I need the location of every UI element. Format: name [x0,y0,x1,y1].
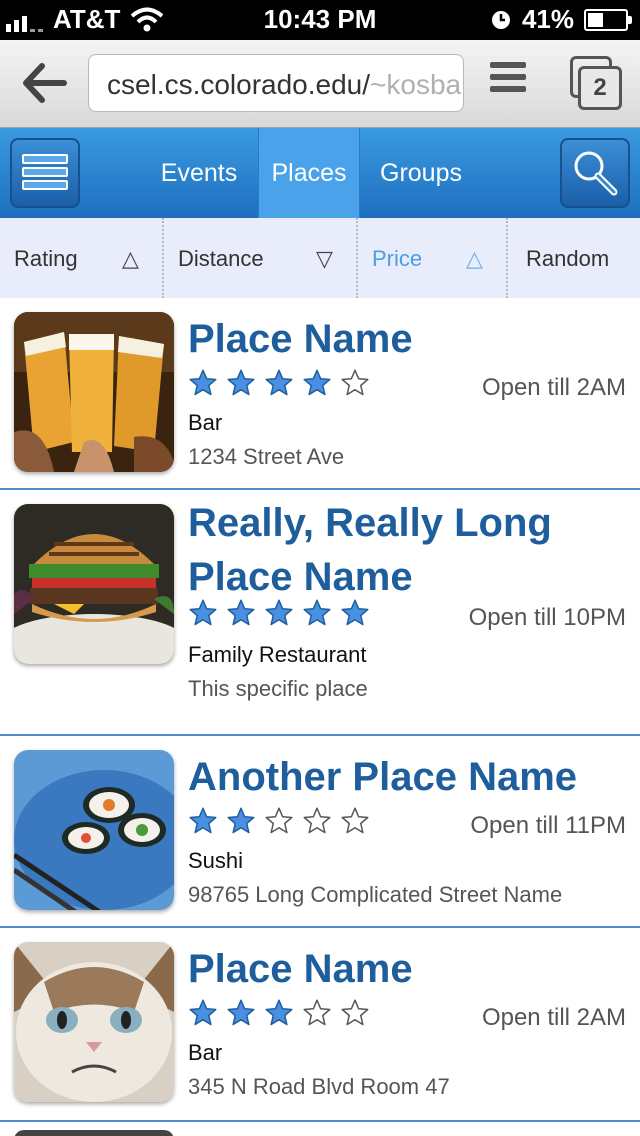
star-filled-icon [265,599,293,626]
place-item[interactable]: Place Name Open till 2AM Bar 345 N Road … [0,928,640,1122]
star-filled-icon [227,807,255,834]
sort-price-label: Price [372,246,423,271]
browser-menu-button[interactable] [490,62,526,106]
battery-icon [584,8,632,31]
star-empty-icon [341,999,369,1026]
star-rating [188,998,370,1028]
star-empty-icon [303,999,331,1026]
burger-image [14,504,174,664]
star-rating [188,598,370,628]
place-hours: Open till 2AM [481,1004,626,1031]
star-empty-icon [303,807,331,834]
tab-events[interactable]: Events [146,128,252,218]
status-bar: AT&T 10:43 PM 41% [0,0,640,40]
sort-random[interactable]: Random [508,218,640,298]
tab-count: 2 [578,66,622,110]
tab-places[interactable]: Places [258,128,360,218]
place-category: Bar [188,1040,223,1065]
star-empty-icon [341,807,369,834]
place-category: Sushi [188,848,244,873]
star-filled-icon [265,999,293,1026]
star-filled-icon [189,807,217,834]
place-photo [14,504,174,664]
place-category: Family Restaurant [188,642,367,667]
star-rating [188,368,370,398]
star-empty-icon [341,369,369,396]
place-photo [14,942,174,1102]
star-filled-icon [227,369,255,396]
place-item[interactable]: Really, Really Long Place Name Open till… [0,490,640,736]
grumpy-cat-image [14,942,174,1102]
alarm-clock-icon [491,10,510,29]
places-list: Place Name Open till 2AM Bar 1234 Street… [0,298,640,1122]
url-text-faded: ~kosba [370,69,462,100]
place-name[interactable]: Another Place Name [188,750,628,804]
star-filled-icon [189,999,217,1026]
star-filled-icon [189,369,217,396]
app-navbar: Events Places Groups [0,128,640,218]
place-hours: Open till 10PM [468,604,626,631]
place-photo [14,750,174,910]
sort-rating-label: Rating [14,246,78,271]
star-filled-icon [227,599,255,626]
url-field[interactable]: csel.cs.colorado.edu/~kosba [88,54,464,112]
place-name[interactable]: Place Name [188,312,628,366]
place-address: 345 N Road Blvd Room 47 [188,1074,450,1099]
place-hours: Open till 11PM [470,812,626,839]
place-category: Bar [188,410,223,435]
star-filled-icon [227,999,255,1026]
next-place-photo-peek [14,1130,174,1136]
browser-tabs-button[interactable]: 2 [570,56,622,110]
place-photo [14,312,174,472]
tab-groups[interactable]: Groups [368,128,474,218]
place-item[interactable]: Place Name Open till 2AM Bar 1234 Street… [0,298,640,490]
place-address: 98765 Long Complicated Street Name [188,882,563,907]
sort-ascending-icon: △ [466,246,483,271]
sort-distance-label: Distance [178,246,264,271]
sort-random-label: Random [526,246,610,271]
star-filled-icon [189,599,217,626]
star-rating [188,806,370,836]
place-name[interactable]: Really, Really Long Place Name [188,496,628,604]
star-filled-icon [265,369,293,396]
place-item[interactable]: Another Place Name Open till 11PM Sushi … [0,736,640,928]
beer-mugs-image [14,312,174,472]
place-hours: Open till 2AM [481,374,626,401]
sort-price[interactable]: Price △ [358,218,506,298]
star-empty-icon [265,807,293,834]
browser-toolbar: csel.cs.colorado.edu/~kosba 2 [0,40,640,128]
place-address: 1234 Street Ave [188,444,345,469]
battery-percent: 41% [521,4,574,34]
sort-ascending-icon: △ [122,246,139,271]
sort-rating[interactable]: Rating △ [0,218,162,298]
place-name[interactable]: Place Name [188,942,628,996]
star-filled-icon [341,599,369,626]
search-icon [574,151,618,196]
url-text: csel.cs.colorado.edu/ [107,69,371,100]
place-address: This specific place [188,676,368,701]
sort-descending-icon: ▽ [316,246,333,271]
star-filled-icon [303,599,331,626]
search-button[interactable] [560,138,630,208]
sort-distance[interactable]: Distance ▽ [164,218,356,298]
sushi-image [14,750,174,910]
star-filled-icon [303,369,331,396]
sort-bar: Rating △ Distance ▽ Price △ Random [0,218,640,298]
list-menu-button[interactable] [10,138,80,208]
back-arrow-icon[interactable] [22,60,68,106]
